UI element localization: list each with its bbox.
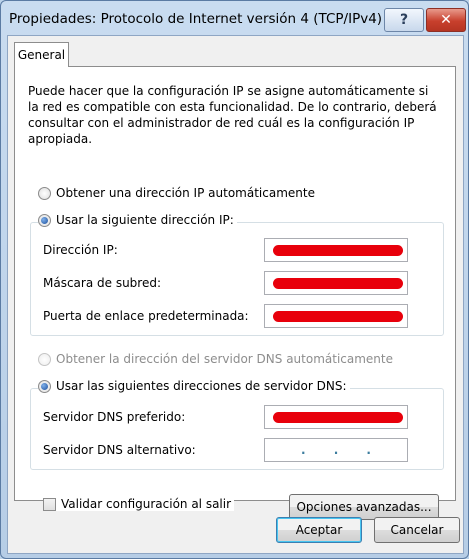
- title-bar[interactable]: Propiedades: Protocolo de Internet versi…: [1, 1, 468, 39]
- cancel-button[interactable]: Cancelar: [374, 517, 460, 543]
- ip-separator-dots: ...: [265, 439, 407, 461]
- dot-separator: .: [301, 443, 306, 457]
- alternate-dns-label: Servidor DNS alternativo:: [43, 443, 196, 457]
- validate-checkbox[interactable]: [43, 497, 56, 511]
- dot-separator: .: [333, 443, 339, 457]
- gateway-input[interactable]: [264, 304, 408, 328]
- tab-page-general: Puede hacer que la configuración IP se a…: [14, 66, 456, 520]
- validate-label: Validar configuración al salir: [61, 497, 232, 511]
- validate-option[interactable]: Validar configuración al salir: [43, 497, 235, 511]
- subnet-mask-label: Máscara de subred:: [43, 276, 162, 290]
- ip-manual-option[interactable]: Usar la siguiente dirección IP:: [38, 213, 237, 227]
- ip-manual-label: Usar la siguiente dirección IP:: [56, 213, 234, 227]
- ip-auto-radio[interactable]: [38, 186, 51, 200]
- help-icon: ?: [399, 12, 409, 28]
- ip-auto-label: Obtener una dirección IP automáticamente: [56, 186, 315, 200]
- dot-separator: .: [366, 443, 371, 457]
- ok-button[interactable]: Aceptar: [276, 517, 362, 543]
- redaction-mark: [273, 412, 403, 423]
- dns-auto-radio[interactable]: [38, 352, 51, 366]
- window-title: Propiedades: Protocolo de Internet versi…: [9, 11, 383, 27]
- ip-address-input[interactable]: [264, 238, 408, 262]
- redaction-mark: [273, 245, 403, 256]
- dialog-body: General Puede hacer que la configuración…: [7, 35, 464, 554]
- preferred-dns-input[interactable]: [264, 405, 408, 429]
- alternate-dns-input[interactable]: ...: [264, 438, 408, 462]
- ip-manual-radio[interactable]: [38, 213, 51, 227]
- ip-address-label: Dirección IP:: [43, 243, 118, 257]
- subnet-mask-input[interactable]: [264, 271, 408, 295]
- dialog-window: Propiedades: Protocolo de Internet versi…: [0, 0, 469, 559]
- tab-general[interactable]: General: [14, 42, 69, 67]
- dns-auto-option[interactable]: Obtener la dirección del servidor DNS au…: [38, 352, 396, 366]
- dns-manual-label: Usar las siguientes direcciones de servi…: [56, 379, 347, 393]
- preferred-dns-label: Servidor DNS preferido:: [43, 410, 186, 424]
- dns-manual-option[interactable]: Usar las siguientes direcciones de servi…: [38, 379, 350, 393]
- dns-auto-label: Obtener la dirección del servidor DNS au…: [56, 352, 393, 366]
- close-button[interactable]: ✕: [426, 8, 466, 32]
- dns-manual-radio[interactable]: [38, 379, 51, 393]
- intro-text: Puede hacer que la configuración IP se a…: [28, 84, 437, 146]
- gateway-label: Puerta de enlace predeterminada:: [43, 309, 249, 323]
- close-icon: ✕: [440, 12, 452, 28]
- help-button[interactable]: ?: [384, 8, 424, 32]
- redaction-mark: [273, 278, 403, 289]
- ip-auto-option[interactable]: Obtener una dirección IP automáticamente: [38, 186, 318, 200]
- redaction-mark: [273, 311, 403, 322]
